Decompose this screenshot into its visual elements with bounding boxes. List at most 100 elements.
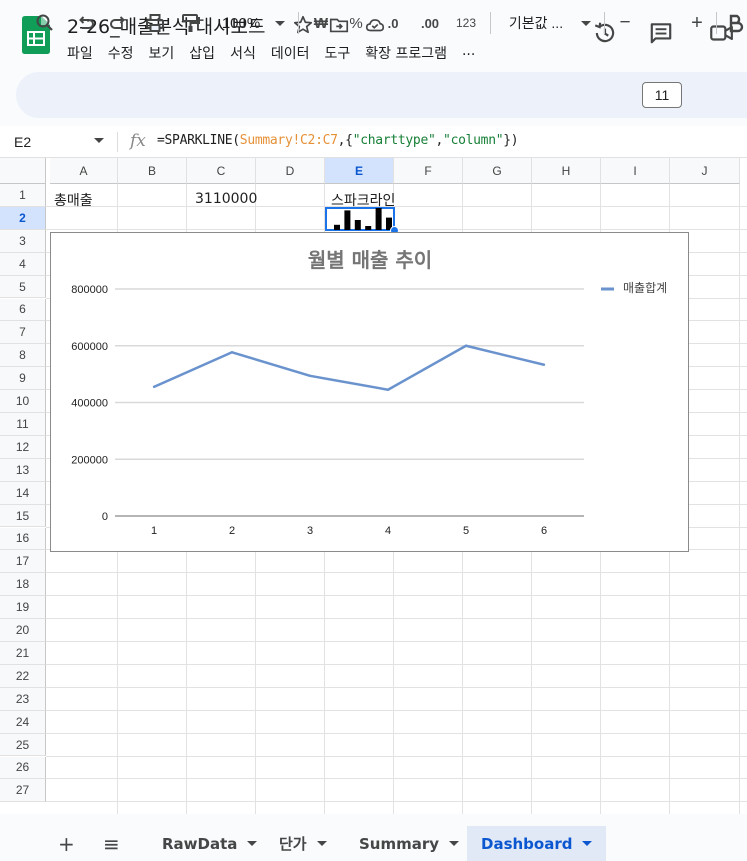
row-header-11[interactable]: 11: [0, 413, 46, 436]
percent-format-button[interactable]: %: [345, 12, 367, 34]
row-header-3[interactable]: 3: [0, 229, 46, 253]
row-header-20[interactable]: 20: [0, 619, 46, 642]
y-tick-label: 200000: [71, 454, 108, 466]
menu-tools[interactable]: 도구: [324, 43, 350, 63]
decrease-decimal-label: .0: [387, 15, 399, 31]
row-header-12[interactable]: 12: [0, 435, 46, 459]
row-header-1[interactable]: 1: [0, 184, 46, 207]
row-header-8[interactable]: 8: [0, 344, 46, 368]
row-header-25[interactable]: 25: [0, 733, 46, 757]
menu-edit[interactable]: 수정: [108, 43, 134, 63]
sparkline-bar: [354, 220, 361, 230]
select-all-corner[interactable]: [0, 158, 46, 184]
number-format-button[interactable]: 123: [453, 12, 479, 34]
increase-decimal-button[interactable]: .00: [416, 12, 444, 34]
grid-row-line: [46, 801, 747, 803]
currency-format-button[interactable]: ₩: [310, 12, 332, 34]
row-header-15[interactable]: 15: [0, 504, 46, 528]
tab-dashboard[interactable]: Dashboard: [467, 826, 607, 861]
formula-suffix: }): [503, 133, 519, 148]
row-header-23[interactable]: 23: [0, 687, 46, 711]
row-header-9[interactable]: 9: [0, 367, 46, 391]
menu-format[interactable]: 서식: [230, 43, 256, 63]
sparkline-bar: [334, 224, 340, 230]
column-header-i[interactable]: I: [601, 158, 670, 184]
cell-c1[interactable]: 3110000: [195, 191, 257, 207]
column-header-f[interactable]: F: [394, 158, 463, 184]
chevron-down-icon[interactable]: [449, 841, 460, 846]
row-header-14[interactable]: 14: [0, 481, 46, 505]
tab-rawdata[interactable]: RawData: [162, 826, 258, 861]
row-header-27[interactable]: 27: [0, 779, 46, 803]
search-menus-icon[interactable]: [34, 12, 56, 34]
tab-summary[interactable]: Summary: [359, 826, 460, 861]
row-header-13[interactable]: 13: [0, 458, 46, 482]
font-size-input[interactable]: 11: [642, 82, 682, 108]
row-header-18[interactable]: 18: [0, 573, 46, 597]
paint-format-icon[interactable]: [180, 12, 202, 34]
tab-summary-label: Summary: [359, 834, 440, 853]
row-header-17[interactable]: 17: [0, 550, 46, 574]
sparkline-bar: [344, 210, 351, 230]
undo-icon[interactable]: [74, 12, 96, 34]
decrease-font-size-button[interactable]: −: [615, 12, 635, 34]
redo-icon[interactable]: [108, 12, 130, 34]
column-header-b[interactable]: B: [118, 158, 187, 184]
menu-file[interactable]: 파일: [67, 43, 93, 63]
add-sheet-button[interactable]: +: [58, 826, 75, 861]
row-header-10[interactable]: 10: [0, 390, 46, 413]
name-box-dropdown-icon[interactable]: [94, 138, 104, 143]
all-sheets-button[interactable]: ≡: [103, 826, 120, 861]
data-point: [542, 363, 546, 366]
data-point: [464, 344, 468, 347]
bold-icon[interactable]: [726, 12, 746, 34]
column-header-g[interactable]: G: [463, 158, 532, 184]
data-point: [230, 351, 234, 354]
line-chart[interactable]: 월별 매출 추이 0 200000 400000 600000 800000 1 2 3 4 5 6 매…: [50, 232, 689, 552]
chevron-down-icon[interactable]: [247, 841, 258, 846]
cell-a1[interactable]: 총매출: [54, 190, 93, 210]
toolbar: [16, 72, 747, 118]
row-header-26[interactable]: 26: [0, 756, 46, 780]
column-header-h[interactable]: H: [532, 158, 601, 184]
column-header-a[interactable]: A: [50, 158, 118, 184]
row-header-7[interactable]: 7: [0, 321, 46, 345]
grid-row-line: [46, 732, 747, 734]
zoom-select[interactable]: 100%: [218, 12, 264, 34]
menu-view[interactable]: 보기: [149, 43, 175, 63]
menu-data[interactable]: 데이터: [271, 43, 310, 63]
chevron-down-icon[interactable]: [316, 841, 327, 846]
row-header-2[interactable]: 2: [0, 206, 46, 230]
print-icon[interactable]: [144, 12, 166, 34]
row-header-16[interactable]: 16: [0, 527, 46, 551]
menu-more[interactable]: ...: [462, 43, 475, 63]
tab-unit-price[interactable]: 단가: [279, 826, 327, 861]
column-header-c[interactable]: C: [187, 158, 256, 184]
font-dropdown-icon[interactable]: [578, 12, 594, 34]
y-tick-label: 600000: [71, 341, 108, 353]
zoom-dropdown-icon[interactable]: [272, 12, 288, 34]
comments-icon[interactable]: [648, 20, 674, 46]
formula-mid: ,{: [337, 133, 353, 148]
row-header-6[interactable]: 6: [0, 298, 46, 322]
font-family-select[interactable]: 기본값 ...: [500, 12, 572, 34]
row-header-24[interactable]: 24: [0, 710, 46, 734]
menu-extensions[interactable]: 확장 프로그램: [365, 43, 447, 63]
formula-input[interactable]: =SPARKLINE(Summary!C2:C7,{"charttype","c…: [157, 133, 519, 148]
row-header-4[interactable]: 4: [0, 252, 46, 276]
grid-row-line: [46, 709, 747, 711]
column-header-j[interactable]: J: [670, 158, 740, 184]
column-header-e[interactable]: E: [325, 158, 394, 184]
menu-insert[interactable]: 삽입: [189, 43, 215, 63]
increase-font-size-button[interactable]: +: [687, 12, 707, 34]
decrease-decimal-button[interactable]: .0: [381, 12, 405, 34]
column-header-d[interactable]: D: [256, 158, 325, 184]
name-box[interactable]: E2: [14, 134, 31, 150]
chevron-down-icon[interactable]: [582, 841, 593, 846]
row-header-22[interactable]: 22: [0, 664, 46, 688]
sparkline-bar: [365, 226, 372, 230]
sparkline-bar: [375, 208, 382, 230]
row-header-5[interactable]: 5: [0, 275, 46, 299]
row-header-21[interactable]: 21: [0, 642, 46, 665]
row-header-19[interactable]: 19: [0, 596, 46, 620]
